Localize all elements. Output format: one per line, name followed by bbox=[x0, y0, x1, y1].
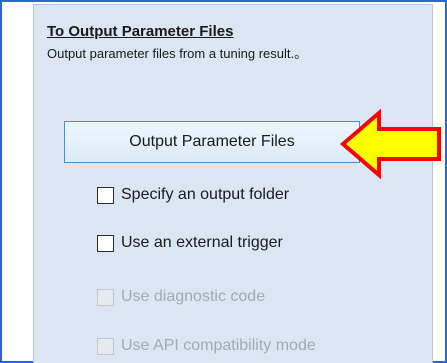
checkbox-box[interactable] bbox=[97, 234, 114, 252]
use-external-trigger-checkbox[interactable]: Use an external trigger bbox=[97, 234, 283, 252]
use-api-compatibility-mode-checkbox: Use API compatibility mode bbox=[97, 337, 316, 355]
checkbox-label: Use API compatibility mode bbox=[121, 337, 316, 354]
section-title: To Output Parameter Files bbox=[47, 23, 234, 40]
checkbox-box bbox=[97, 337, 114, 355]
checkbox-box[interactable] bbox=[97, 186, 114, 204]
arrow-left-icon bbox=[339, 109, 441, 179]
use-diagnostic-code-checkbox: Use diagnostic code bbox=[97, 288, 265, 306]
checkbox-label: Use an external trigger bbox=[121, 234, 283, 251]
checkbox-label: Specify an output folder bbox=[121, 186, 290, 203]
section-description: Output parameter files from a tuning res… bbox=[47, 46, 308, 61]
specify-output-folder-checkbox[interactable]: Specify an output folder bbox=[97, 186, 289, 204]
output-parameter-files-button-label: Output Parameter Files bbox=[129, 133, 295, 150]
checkbox-label: Use diagnostic code bbox=[121, 288, 266, 305]
output-parameter-files-button[interactable]: Output Parameter Files bbox=[64, 121, 360, 163]
checkbox-box bbox=[97, 288, 114, 306]
